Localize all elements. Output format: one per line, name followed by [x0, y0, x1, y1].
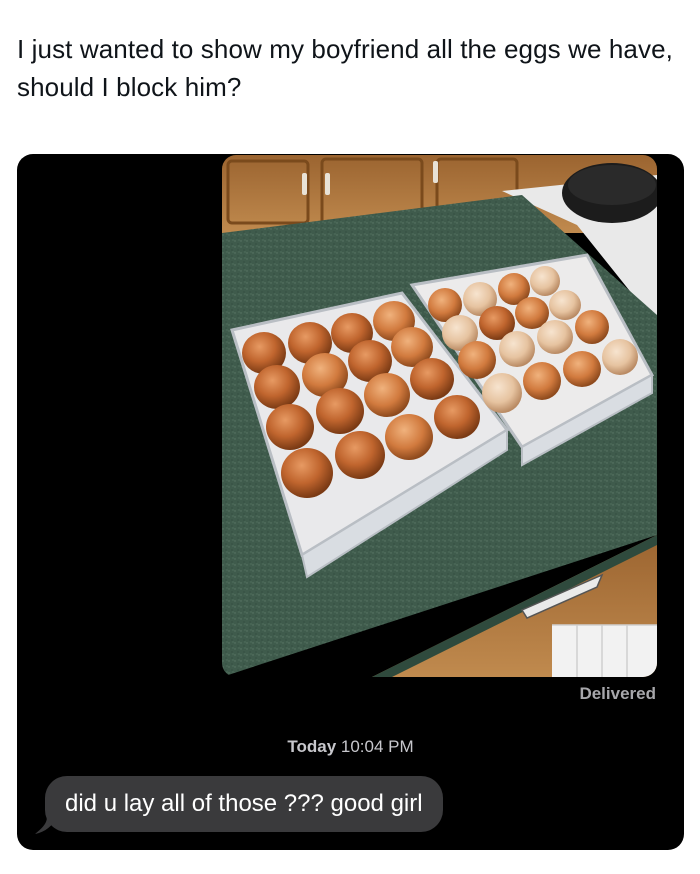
timestamp-time: 10:04 PM: [340, 737, 414, 756]
post-caption: I just wanted to show my boyfriend all t…: [17, 34, 673, 102]
photo-egg-trays-icon: [222, 155, 657, 677]
message-timestamp: Today 10:04 PM: [17, 737, 684, 757]
delivered-status: Delivered: [579, 684, 656, 703]
sent-photo[interactable]: [222, 155, 657, 677]
timestamp-day: Today: [287, 737, 337, 756]
received-message-bubble[interactable]: did u lay all of those ??? good girl: [45, 776, 443, 832]
messages-screenshot: Delivered Today 10:04 PM did u lay all o…: [17, 154, 684, 850]
